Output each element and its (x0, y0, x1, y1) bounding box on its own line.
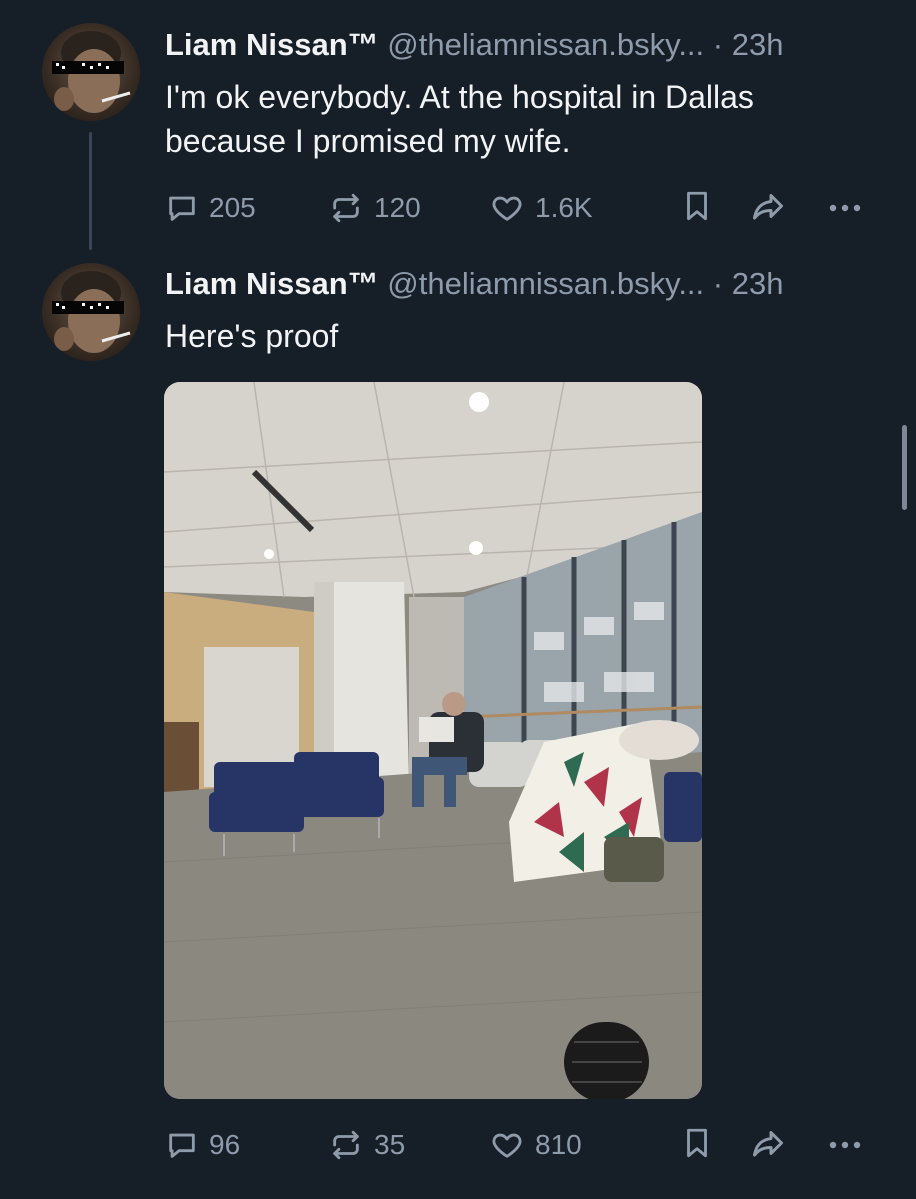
author-name[interactable]: Liam Nissan™ (165, 27, 379, 62)
share-arrow-icon (753, 194, 783, 220)
scrollbar-thumb[interactable] (902, 425, 907, 510)
repost-arrows-icon (333, 193, 359, 223)
like-count: 1.6K (535, 192, 593, 223)
more-button[interactable] (825, 190, 865, 231)
post-time[interactable]: 23h (732, 27, 784, 62)
speech-bubble-icon (169, 1133, 195, 1158)
speech-bubble-icon (169, 196, 195, 221)
reply-count: 96 (209, 1129, 241, 1160)
ellipsis-icon (829, 204, 861, 212)
attached-photo[interactable] (164, 382, 702, 1099)
post-actions: 205 120 1.6K (165, 188, 865, 228)
repost-count: 120 (374, 192, 421, 223)
bookmark-icon (687, 191, 707, 221)
share-button[interactable] (748, 188, 788, 229)
post-text: I'm ok everybody. At the hospital in Dal… (165, 75, 885, 163)
post-header: Liam Nissan™ @theliamnissan.bsky... · 23… (165, 27, 783, 63)
repost-arrows-icon (333, 1130, 359, 1160)
like-button[interactable]: 810 (489, 1125, 582, 1165)
reply-button[interactable]: 96 (165, 1125, 240, 1165)
post-header: Liam Nissan™ @theliamnissan.bsky... · 23… (165, 266, 783, 302)
thread-line (89, 132, 92, 250)
post-text: Here's proof (165, 314, 885, 358)
author-avatar[interactable] (42, 23, 140, 121)
share-button[interactable] (748, 1125, 788, 1166)
more-button[interactable] (825, 1127, 865, 1168)
author-avatar[interactable] (42, 263, 140, 361)
post-text-line: because I promised my wife. (165, 123, 571, 159)
post-1[interactable]: Liam Nissan™ @theliamnissan.bsky... · 23… (0, 0, 916, 255)
bookmark-icon (687, 1128, 707, 1158)
post-text-line: Here's proof (165, 318, 339, 354)
heart-icon (492, 196, 522, 221)
separator-dot: · (712, 27, 724, 62)
bookmark-button[interactable] (680, 188, 714, 229)
reply-button[interactable]: 205 (165, 188, 256, 228)
like-count: 810 (535, 1129, 582, 1160)
ellipsis-icon (829, 1141, 861, 1149)
author-handle[interactable]: @theliamnissan.bsky... (387, 27, 704, 62)
repost-button[interactable]: 120 (328, 188, 421, 228)
author-handle[interactable]: @theliamnissan.bsky... (387, 266, 704, 301)
author-name[interactable]: Liam Nissan™ (165, 266, 379, 301)
like-button[interactable]: 1.6K (489, 188, 593, 228)
post-actions: 96 35 810 (165, 1125, 865, 1165)
repost-button[interactable]: 35 (328, 1125, 405, 1165)
bookmark-button[interactable] (680, 1125, 714, 1166)
heart-icon (492, 1133, 522, 1158)
separator-dot: · (712, 266, 724, 301)
share-arrow-icon (753, 1131, 783, 1157)
reply-count: 205 (209, 192, 256, 223)
post-text-line: I'm ok everybody. At the hospital in Dal… (165, 79, 754, 115)
post-time[interactable]: 23h (732, 266, 784, 301)
repost-count: 35 (374, 1129, 406, 1160)
